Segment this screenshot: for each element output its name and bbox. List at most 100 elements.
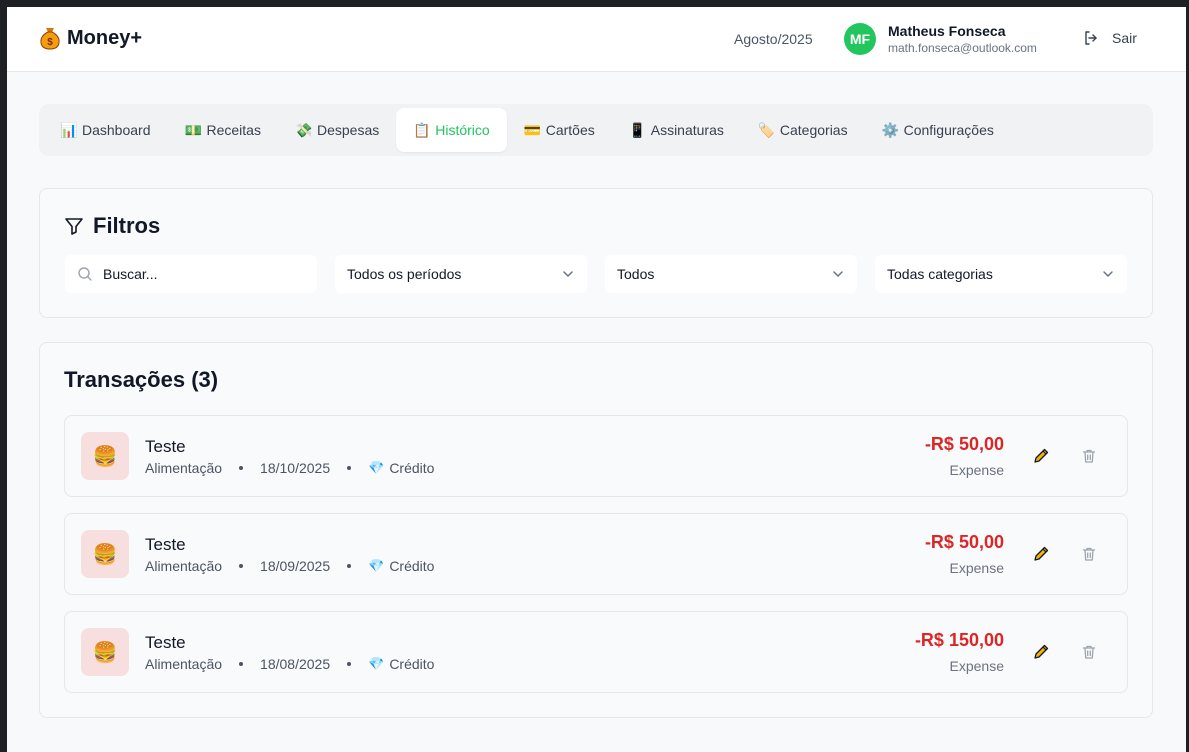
trash-icon: [1082, 449, 1096, 463]
transactions-list: 🍔 Teste Alimentação 18/10/2025 💎 Crédito…: [64, 415, 1128, 709]
tab-despesas[interactable]: 💸 Despesas: [278, 108, 396, 152]
chevron-down-icon: [833, 271, 843, 277]
tab-label: Despesas: [316, 122, 380, 138]
phone-icon: 📱: [628, 121, 647, 138]
burger-icon: 🍔: [81, 432, 129, 480]
transaction-amount: -R$ 150,00: [914, 630, 1004, 650]
transaction-payment: Crédito: [389, 460, 435, 476]
search-box: [65, 255, 317, 293]
user-name: Matheus Fonseca: [888, 23, 1006, 39]
logout-label: Sair: [1112, 30, 1137, 46]
tab-dashboard[interactable]: 📊 Dashboard: [43, 108, 168, 152]
logout-button[interactable]: Sair: [1083, 30, 1137, 46]
edit-button[interactable]: [1031, 642, 1051, 662]
separator-dot: [239, 564, 244, 568]
tab-label: Dashboard: [82, 122, 151, 138]
chart-icon: 📊: [60, 121, 78, 138]
transaction-category: Alimentação: [145, 460, 223, 476]
transaction-meta: Alimentação 18/09/2025 💎 Crédito: [145, 558, 434, 574]
burger-icon: 🍔: [81, 628, 129, 676]
user-email: math.fonseca@outlook.com: [888, 41, 1037, 55]
transaction-type: Expense: [949, 560, 1004, 576]
credit-card-icon: 💳: [523, 121, 542, 138]
clipboard-icon: 📋: [413, 121, 431, 138]
tag-icon: 🏷️: [757, 121, 776, 138]
svg-text:$: $: [47, 37, 53, 48]
transaction-type: Expense: [949, 462, 1004, 478]
tab-label: Assinaturas: [650, 122, 724, 138]
delete-button[interactable]: [1079, 446, 1099, 466]
category-select[interactable]: Todas categorias: [875, 255, 1127, 293]
tab-categorias[interactable]: 🏷️ Categorias: [741, 108, 865, 152]
separator-dot: [347, 466, 352, 470]
period-select-value: Todos os períodos: [347, 266, 462, 282]
tab-label: Categorias: [779, 122, 848, 138]
money-bag-icon: $: [40, 28, 60, 50]
transaction-meta: Alimentação 18/08/2025 💎 Crédito: [145, 656, 434, 672]
gear-icon: ⚙️: [881, 121, 900, 138]
user-info: Matheus Fonseca math.fonseca@outlook.com: [888, 23, 1037, 56]
transaction-date: 18/08/2025: [260, 656, 331, 672]
filters-heading: Filtros: [64, 213, 160, 239]
delete-button[interactable]: [1079, 642, 1099, 662]
separator-dot: [239, 662, 244, 666]
pencil-icon: [1034, 448, 1049, 463]
tab-cartoes[interactable]: 💳 Cartões: [507, 108, 612, 152]
gem-icon: 💎: [368, 460, 385, 475]
transaction-row[interactable]: 🍔 Teste Alimentação 18/08/2025 💎 Crédito…: [64, 611, 1128, 693]
separator-dot: [347, 564, 352, 568]
app-window: $ Money+ Agosto/2025 MF Matheus Fonseca …: [7, 7, 1186, 752]
transactions-title: Transações (3): [64, 367, 219, 392]
transaction-payment: Crédito: [389, 656, 435, 672]
transaction-name: Teste: [145, 633, 186, 652]
cash-icon: 💵: [184, 121, 202, 138]
transaction-date: 18/10/2025: [260, 460, 331, 476]
tab-label: Configurações: [903, 122, 994, 138]
transaction-name: Teste: [145, 535, 186, 554]
app-name: Money+: [67, 26, 143, 49]
trash-icon: [1082, 645, 1096, 659]
transaction-name: Teste: [145, 437, 186, 456]
tab-assinaturas[interactable]: 📱 Assinaturas: [612, 108, 741, 152]
edit-button[interactable]: [1031, 446, 1051, 466]
chevron-down-icon: [563, 271, 573, 277]
avatar[interactable]: MF: [844, 23, 876, 55]
logo[interactable]: $ Money+: [39, 26, 142, 50]
search-input[interactable]: [103, 266, 303, 282]
burger-icon: 🍔: [81, 530, 129, 578]
transaction-payment: Crédito: [389, 558, 435, 574]
transaction-meta: Alimentação 18/10/2025 💎 Crédito: [145, 460, 434, 476]
filters-card: Filtros Todos os períodos Todos Todas ca…: [39, 188, 1153, 318]
current-month[interactable]: Agosto/2025: [734, 31, 813, 47]
pencil-icon: [1034, 546, 1049, 561]
tab-receitas[interactable]: 💵 Receitas: [168, 108, 278, 152]
separator-dot: [239, 466, 244, 470]
tab-label: Cartões: [545, 122, 595, 138]
tab-historico[interactable]: 📋 Histórico: [396, 108, 507, 152]
logout-icon: [1085, 31, 1097, 45]
trash-icon: [1082, 547, 1096, 561]
transaction-row[interactable]: 🍔 Teste Alimentação 18/09/2025 💎 Crédito…: [64, 513, 1128, 595]
tab-configuracoes[interactable]: ⚙️ Configurações: [865, 108, 1011, 152]
period-select[interactable]: Todos os períodos: [335, 255, 587, 293]
chevron-down-icon: [1103, 271, 1113, 277]
transactions-card: Transações (3) 🍔 Teste Alimentação 18/10…: [39, 342, 1153, 718]
search-icon: [78, 267, 92, 281]
transaction-row[interactable]: 🍔 Teste Alimentação 18/10/2025 💎 Crédito…: [64, 415, 1128, 497]
type-select-value: Todos: [617, 266, 655, 282]
edit-button[interactable]: [1031, 544, 1051, 564]
separator-dot: [347, 662, 352, 666]
delete-button[interactable]: [1079, 544, 1099, 564]
filter-icon: [65, 218, 83, 235]
type-select[interactable]: Todos: [605, 255, 857, 293]
gem-icon: 💎: [368, 656, 385, 671]
transaction-date: 18/09/2025: [260, 558, 331, 574]
category-select-value: Todas categorias: [887, 266, 993, 282]
transaction-type: Expense: [949, 658, 1004, 674]
gem-icon: 💎: [368, 558, 385, 573]
transaction-category: Alimentação: [145, 558, 223, 574]
transaction-amount: -R$ 50,00: [924, 434, 1004, 454]
filters-title: Filtros: [93, 213, 161, 238]
main-nav: 📊 Dashboard 💵 Receitas 💸 Despesas 📋 Hist…: [39, 104, 1153, 156]
tab-label: Histórico: [435, 122, 490, 138]
